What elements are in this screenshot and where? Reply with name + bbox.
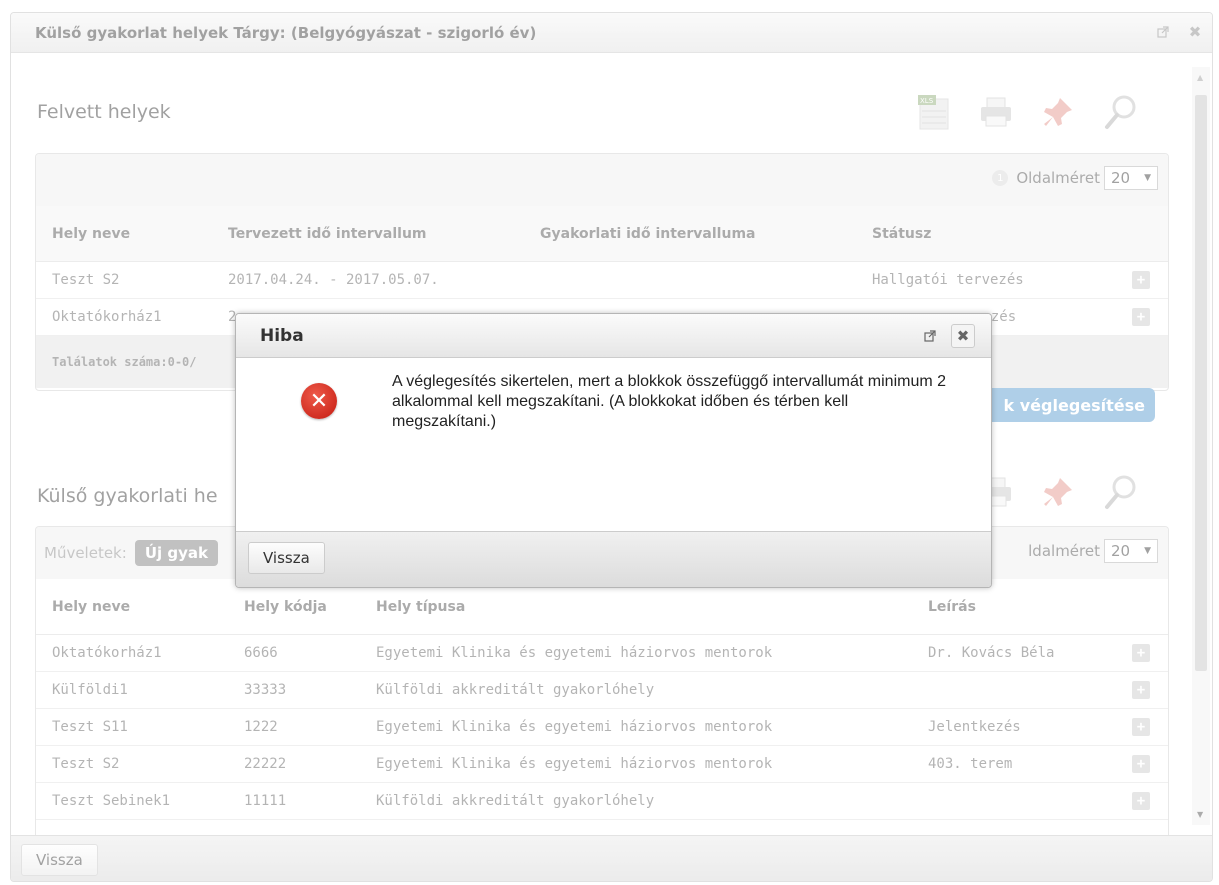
- error-icon: ✕: [301, 383, 337, 419]
- dialog-title: Hiba: [260, 325, 304, 346]
- close-icon[interactable]: ✖: [951, 324, 975, 348]
- error-message: A véglegesítés sikertelen, mert a blokko…: [392, 373, 947, 430]
- dialog-back-button[interactable]: Vissza: [248, 542, 325, 574]
- dialog-header: Hiba ✖: [236, 314, 991, 358]
- dialog-body: ✕ A véglegesítés sikertelen, mert a blok…: [236, 358, 991, 532]
- dialog-footer: Vissza: [236, 531, 991, 587]
- popout-icon[interactable]: [921, 327, 939, 345]
- error-dialog: Hiba ✖ ✕ A véglegesítés sikertelen, mert…: [235, 313, 992, 588]
